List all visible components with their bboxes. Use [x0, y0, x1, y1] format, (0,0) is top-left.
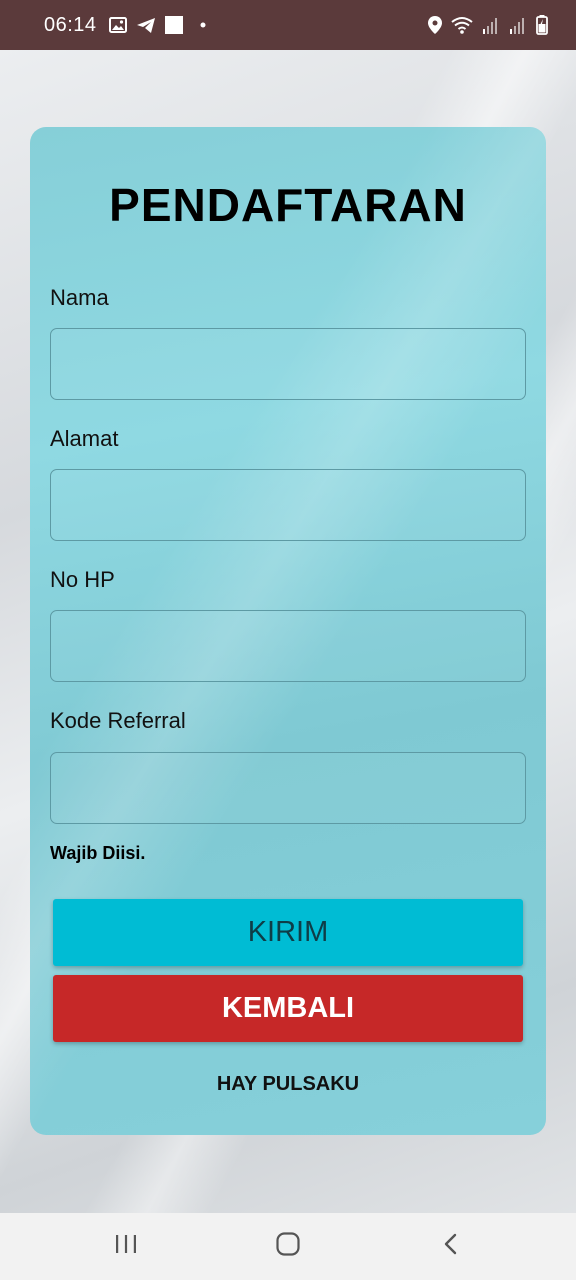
dot-icon — [200, 22, 206, 28]
gallery-icon — [108, 17, 127, 33]
status-bar: 06:14 — [0, 0, 576, 50]
square-notification-icon — [164, 16, 183, 34]
home-button[interactable] — [248, 1213, 328, 1280]
recent-apps-button[interactable] — [86, 1213, 166, 1280]
page-title: PENDAFTARAN — [109, 179, 467, 231]
no-hp-input[interactable] — [50, 610, 526, 682]
kembali-button[interactable]: KEMBALI — [53, 975, 523, 1042]
brand-label: HAY PULSAKU — [216, 1073, 360, 1095]
kode-referral-input[interactable] — [50, 752, 526, 824]
field-label-kode-referral: Kode Referral — [50, 708, 186, 733]
back-button[interactable] — [410, 1213, 490, 1280]
alamat-input[interactable] — [50, 469, 526, 541]
field-label-no-hp: No HP — [50, 567, 115, 592]
signal-icon — [482, 17, 500, 34]
field-label-nama: Nama — [50, 285, 109, 310]
nama-input[interactable] — [50, 328, 526, 400]
signal-icon — [509, 17, 527, 34]
back-icon — [443, 1233, 457, 1260]
location-icon — [428, 16, 442, 34]
recent-apps-icon — [115, 1234, 137, 1259]
telegram-icon — [136, 17, 156, 34]
required-note: Wajib Diisi. — [50, 843, 146, 863]
wifi-icon — [451, 16, 473, 34]
field-label-alamat: Alamat — [50, 426, 119, 451]
home-icon — [276, 1232, 300, 1261]
battery-charging-icon — [536, 15, 548, 35]
kirim-button[interactable]: KIRIM — [53, 899, 523, 966]
navigation-bar — [0, 1213, 576, 1280]
status-time: 06:14 — [44, 13, 97, 36]
